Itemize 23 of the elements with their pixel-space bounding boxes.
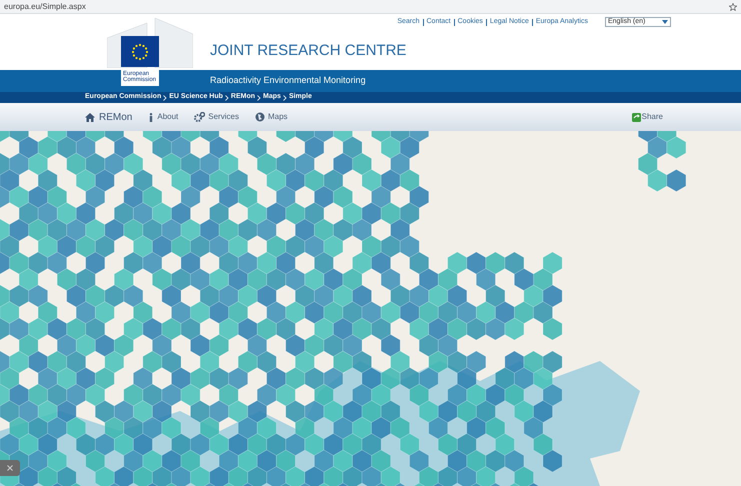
site-title: JOINT RESEARCH CENTRE	[210, 42, 408, 58]
star-icon[interactable]	[729, 2, 737, 10]
nav-link[interactable]: Maps	[254, 111, 288, 123]
gears-icon	[194, 112, 206, 122]
info-icon	[148, 112, 154, 122]
map-control[interactable]	[0, 460, 20, 476]
chevron-icon	[163, 94, 168, 100]
brand-link[interactable]: REMon	[85, 110, 132, 124]
url-text[interactable]: europa.eu/Simple.aspx	[4, 0, 86, 12]
chevron-icon	[257, 94, 262, 100]
nav-link[interactable]: Services	[194, 111, 239, 123]
share-icon	[632, 112, 641, 122]
globe-icon	[254, 112, 265, 122]
nav-link[interactable]: About	[148, 111, 178, 123]
chevron-icon	[282, 94, 287, 100]
hexagon-map-drawing[interactable]	[0, 131, 741, 486]
close-icon	[7, 465, 13, 471]
chevron-icon	[224, 94, 229, 100]
share-link[interactable]: Share	[632, 111, 663, 123]
home-icon	[85, 112, 95, 122]
site-subtitle: Radioactivity Environmental Monitoring	[210, 74, 366, 88]
caret-icon	[662, 20, 668, 24]
eu-flag-icon	[130, 42, 150, 62]
